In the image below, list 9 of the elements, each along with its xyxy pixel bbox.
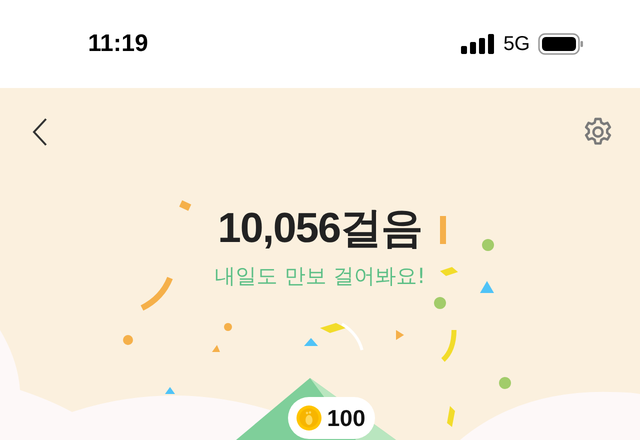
coin-icon [296,405,322,431]
status-time: 11:19 [88,30,148,58]
encouragement-message: 내일도 만보 걸어봐요! [214,263,426,290]
signal-icon [461,34,496,54]
network-label: 5G [503,32,530,56]
battery-icon [538,33,584,55]
back-icon [32,117,48,147]
step-count: 10,056걸음 [218,203,422,253]
reward-amount: 100 [327,404,366,432]
